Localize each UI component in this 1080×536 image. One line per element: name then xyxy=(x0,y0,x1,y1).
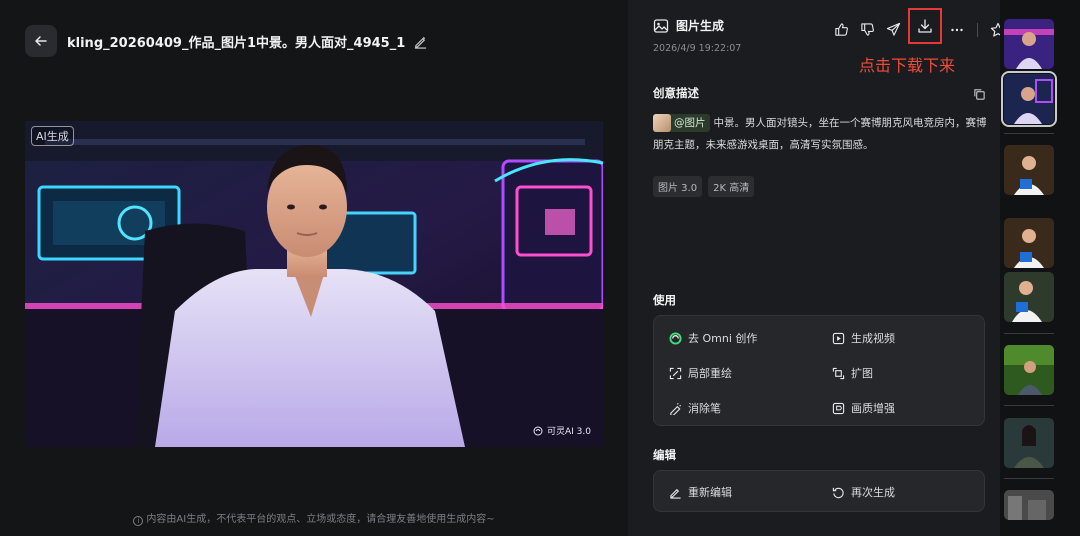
download-button[interactable] xyxy=(908,8,942,44)
eraser-icon xyxy=(670,402,682,415)
more-icon xyxy=(951,28,963,31)
reference-chip-label: @图片 xyxy=(674,117,706,129)
thumbnail-image xyxy=(1004,418,1054,468)
image-viewer: kling_20260409_作品_图片1中景。男人面对_4945_1 AI生成… xyxy=(0,0,628,536)
more-button[interactable] xyxy=(944,19,970,41)
info-icon: i xyxy=(133,516,144,526)
thumbnail-image xyxy=(1004,74,1054,124)
history-thumbnail[interactable] xyxy=(1004,19,1054,69)
enhance-icon xyxy=(832,402,845,414)
watermark: 可灵AI 3.0 xyxy=(533,424,591,437)
generation-type-label: 图片生成 xyxy=(676,19,725,33)
disclaimer-text: 内容由AI生成，不代表平台的观点、立场或态度，请合理友善地使用生成内容~ xyxy=(146,514,495,525)
expand-label: 扩图 xyxy=(851,367,873,380)
ai-disclaimer: i 内容由AI生成，不代表平台的观点、立场或态度，请合理友善地使用生成内容~ xyxy=(0,510,628,526)
expand-icon xyxy=(832,367,845,379)
reedit-label: 重新编辑 xyxy=(688,486,732,499)
back-button[interactable] xyxy=(25,25,57,57)
kling-logo-icon xyxy=(533,426,543,435)
history-thumbnail[interactable] xyxy=(1004,418,1054,468)
thumbs-down-icon xyxy=(860,23,874,36)
inpaint-label: 局部重绘 xyxy=(688,367,732,380)
thumbnail-image xyxy=(1004,345,1054,395)
resolution-tag: 2K 高清 xyxy=(708,176,755,197)
history-thumbnail[interactable] xyxy=(1004,218,1054,268)
rename-button[interactable] xyxy=(413,34,429,50)
like-button[interactable] xyxy=(828,19,854,41)
omni-icon xyxy=(669,331,682,345)
history-rail xyxy=(1000,0,1080,536)
copy-prompt-button[interactable] xyxy=(973,86,987,100)
enhance-button[interactable]: 画质增强 xyxy=(832,400,895,416)
expand-button[interactable]: 扩图 xyxy=(832,365,873,381)
arrow-left-icon xyxy=(35,36,47,46)
enhance-label: 画质增强 xyxy=(851,402,895,415)
thumbs-up-icon xyxy=(834,23,848,36)
pencil-icon xyxy=(670,488,681,499)
history-thumbnail-selected[interactable] xyxy=(1001,71,1057,127)
creative-description-title: 创意描述 xyxy=(653,86,699,100)
cyberpunk-room-illustration xyxy=(25,121,603,447)
inpaint-icon xyxy=(669,367,682,379)
generate-video-button[interactable]: 生成视频 xyxy=(832,330,895,346)
file-title: kling_20260409_作品_图片1中景。男人面对_4945_1 xyxy=(67,36,406,51)
generation-type: 图片生成 xyxy=(653,17,724,34)
inpaint-button[interactable]: 局部重绘 xyxy=(669,365,732,381)
detail-panel: 图片生成 2026/4/9 19:22:07 点击下载下来 创意描述 @图片 中… xyxy=(628,0,1006,536)
download-callout: 点击下载下来 xyxy=(859,56,956,75)
omni-create-button[interactable]: 去 Omni 创作 xyxy=(669,330,757,346)
model-tag: 图片 3.0 xyxy=(653,176,703,197)
thumbnail-image xyxy=(1004,19,1054,69)
action-toolbar xyxy=(828,8,1011,44)
share-button[interactable] xyxy=(880,19,906,41)
rail-divider xyxy=(1004,333,1054,334)
download-icon xyxy=(918,19,932,33)
history-thumbnail[interactable] xyxy=(1004,345,1054,395)
history-thumbnail[interactable] xyxy=(1004,490,1054,520)
reedit-button[interactable]: 重新编辑 xyxy=(669,484,732,500)
thumbnail-image xyxy=(1004,145,1054,195)
toolbar-divider xyxy=(977,22,978,37)
generated-image[interactable]: AI生成 可灵AI 3.0 xyxy=(25,121,603,447)
generate-video-label: 生成视频 xyxy=(851,332,895,345)
dislike-button[interactable] xyxy=(854,19,880,41)
thumbnail-image xyxy=(1004,272,1054,322)
tag-list: 图片 3.0 2K 高清 xyxy=(653,176,755,197)
history-thumbnail[interactable] xyxy=(1004,272,1054,322)
send-icon xyxy=(886,22,900,36)
regenerate-button[interactable]: 再次生成 xyxy=(832,484,895,500)
rail-divider xyxy=(1004,405,1054,406)
timestamp: 2026/4/9 19:22:07 xyxy=(653,43,742,54)
watermark-text: 可灵AI 3.0 xyxy=(547,427,591,437)
edit-actions: 重新编辑 再次生成 xyxy=(653,470,985,512)
reference-image-chip[interactable]: @图片 xyxy=(653,114,710,132)
thumbnail-image xyxy=(1004,218,1054,268)
title-row: kling_20260409_作品_图片1中景。男人面对_4945_1 xyxy=(67,32,429,51)
use-actions: 去 Omni 创作 生成视频 局部重绘 扩图 消除笔 画质增强 xyxy=(653,315,985,426)
history-thumbnail[interactable] xyxy=(1004,145,1054,195)
image-icon xyxy=(653,18,669,33)
edit-section-title: 编辑 xyxy=(653,448,676,462)
refresh-icon xyxy=(832,487,844,498)
pencil-icon xyxy=(415,36,427,49)
copy-icon xyxy=(974,89,985,100)
omni-create-label: 去 Omni 创作 xyxy=(688,332,758,345)
eraser-label: 消除笔 xyxy=(688,402,721,415)
rail-divider xyxy=(1004,133,1054,134)
rail-divider xyxy=(1004,478,1054,479)
reference-thumbnail xyxy=(653,114,671,132)
use-section-title: 使用 xyxy=(653,293,676,307)
eraser-button[interactable]: 消除笔 xyxy=(669,400,721,416)
video-icon xyxy=(832,332,845,344)
regenerate-label: 再次生成 xyxy=(851,486,895,499)
thumbnail-image xyxy=(1004,490,1054,520)
ai-generated-badge: AI生成 xyxy=(31,126,74,146)
prompt-text: @图片 中景。男人面对镜头，坐在一个赛博朋克风电竞房内，赛博朋克主题，未来感游戏桌… xyxy=(653,112,988,156)
